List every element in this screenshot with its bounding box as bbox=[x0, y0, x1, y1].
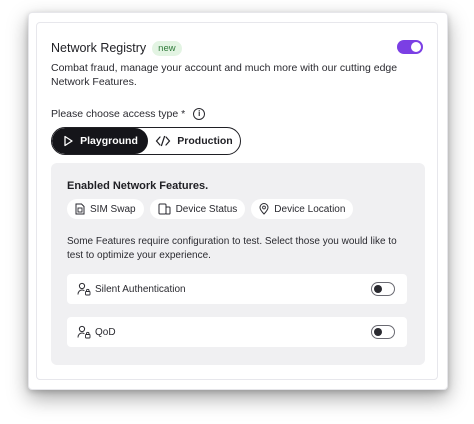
card-description: Combat fraud, manage your account and mu… bbox=[51, 62, 398, 88]
user-lock-icon bbox=[77, 282, 91, 296]
card-header: Network Registry new bbox=[51, 39, 423, 57]
code-icon bbox=[155, 135, 171, 147]
network-registry-toggle[interactable] bbox=[397, 40, 423, 54]
chip-device-location: Device Location bbox=[251, 199, 354, 219]
silent-authentication-toggle[interactable] bbox=[371, 282, 395, 296]
access-type-label-row: Please choose access type * i bbox=[51, 107, 206, 121]
feature-row-qod: QoD bbox=[67, 317, 407, 347]
user-lock-icon bbox=[77, 325, 91, 339]
chip-label: SIM Swap bbox=[90, 203, 136, 215]
playground-label: Playground bbox=[80, 135, 138, 147]
feature-chips: SIM Swap Device Status Device Location bbox=[67, 199, 354, 219]
location-pin-icon bbox=[259, 203, 269, 215]
access-type-label: Please choose access type * bbox=[51, 108, 186, 120]
info-icon[interactable]: i bbox=[193, 108, 206, 120]
sim-card-icon bbox=[75, 203, 85, 215]
qod-toggle[interactable] bbox=[371, 325, 395, 339]
new-badge: new bbox=[152, 40, 182, 56]
network-registry-card: Network Registry new Combat fraud, manag… bbox=[36, 22, 438, 380]
access-type-selector: Playground Production bbox=[51, 127, 241, 155]
feature-label: QoD bbox=[95, 326, 116, 338]
playground-option[interactable]: Playground bbox=[52, 128, 148, 154]
play-icon bbox=[64, 135, 73, 147]
card-title: Network Registry bbox=[51, 41, 147, 55]
enabled-features-title: Enabled Network Features. bbox=[67, 180, 209, 192]
features-panel: Enabled Network Features. SIM Swap Devic… bbox=[51, 163, 425, 365]
chip-sim-swap: SIM Swap bbox=[67, 199, 144, 219]
chip-label: Device Status bbox=[175, 203, 238, 215]
devices-icon bbox=[158, 203, 171, 215]
configuration-hint: Some Features require configuration to t… bbox=[67, 236, 397, 261]
feature-row-silent-authentication: Silent Authentication bbox=[67, 274, 407, 304]
production-label: Production bbox=[177, 135, 233, 147]
production-option[interactable]: Production bbox=[148, 128, 240, 154]
chip-label: Device Location bbox=[274, 203, 346, 215]
chip-device-status: Device Status bbox=[149, 199, 246, 219]
feature-label: Silent Authentication bbox=[95, 283, 186, 295]
